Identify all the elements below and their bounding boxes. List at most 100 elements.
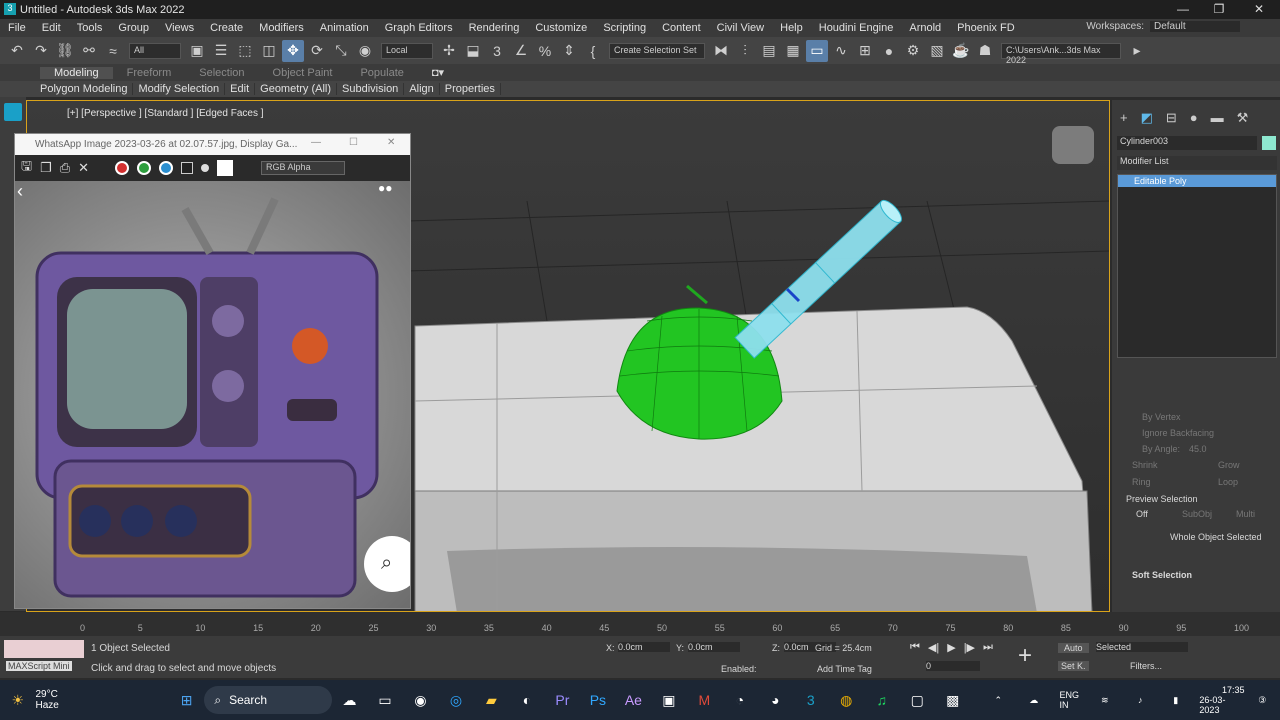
image-viewer-window[interactable]: WhatsApp Image 2023-03-26 at 02.07.57.jp… xyxy=(14,133,411,609)
modify-tab-icon[interactable]: ◩ xyxy=(1141,110,1153,126)
ribbon-toggle-icon[interactable]: ▭ xyxy=(806,39,828,62)
key-filter-dropdown[interactable]: Selected xyxy=(1096,642,1188,652)
edit-named-sets-icon[interactable]: { xyxy=(582,40,604,62)
save-image-icon[interactable]: 🖫 xyxy=(21,157,32,179)
menu-houdini-engine[interactable]: Houdini Engine xyxy=(811,22,902,34)
background-color-swatch[interactable] xyxy=(217,160,234,176)
ribbon-edit[interactable]: Edit xyxy=(225,83,256,95)
green-channel-toggle[interactable] xyxy=(137,161,152,175)
after-effects-icon[interactable]: Ae xyxy=(622,688,645,712)
move-icon[interactable]: ✥ xyxy=(282,39,304,62)
loop-button[interactable]: Loop xyxy=(1218,477,1238,487)
clear-image-icon[interactable]: ✕ xyxy=(78,160,89,176)
app-icon-generic[interactable]: ◐ xyxy=(515,688,538,712)
next-frame-icon[interactable]: |▶ xyxy=(964,641,975,654)
create-tab-icon[interactable]: + xyxy=(1120,110,1128,126)
close-icon[interactable]: ✕ xyxy=(1252,2,1266,16)
store-icon[interactable]: ▣ xyxy=(657,688,680,712)
render-setup-icon[interactable]: ⚙ xyxy=(902,40,924,62)
zoom-icon[interactable]: ⌕ xyxy=(381,552,392,575)
ribbon-align[interactable]: Align xyxy=(404,83,440,95)
red-channel-toggle[interactable] xyxy=(115,161,130,175)
scale-icon[interactable]: ⤡ xyxy=(330,40,352,62)
input-language[interactable]: ENG IN xyxy=(1059,690,1079,710)
mirror-icon[interactable]: ⧓ xyxy=(710,40,732,62)
angle-field[interactable]: 45.0 xyxy=(1189,444,1207,454)
preview-multi-radio[interactable]: Multi xyxy=(1236,509,1255,519)
ignore-backfacing-checkbox[interactable]: Ignore Backfacing xyxy=(1142,428,1214,438)
play-icon[interactable]: ▶ xyxy=(947,641,955,654)
mcafee-icon[interactable]: M xyxy=(693,688,716,712)
grow-button[interactable]: Grow xyxy=(1218,460,1240,470)
menu-graph-editors[interactable]: Graph Editors xyxy=(377,22,461,34)
soft-selection-rollout[interactable]: Soft Selection xyxy=(1132,570,1192,580)
reference-coord-dropdown[interactable]: Local xyxy=(381,42,433,59)
preview-subobj-radio[interactable]: SubObj xyxy=(1182,509,1212,519)
monochrome-toggle[interactable] xyxy=(181,162,194,174)
goto-end-icon[interactable]: ⏭ xyxy=(983,641,993,654)
material-editor-icon[interactable]: ● xyxy=(878,40,900,62)
minimize-icon[interactable]: — xyxy=(1176,2,1190,16)
timeline[interactable]: 0 5 10 15 20 25 30 35 40 45 50 55 60 65 70 75 80 85 90 95 10… xyxy=(0,612,1280,636)
goto-start-icon[interactable]: ⏮ xyxy=(910,641,920,654)
menu-arnold[interactable]: Arnold xyxy=(901,22,949,34)
print-image-icon[interactable]: ⎙ xyxy=(60,160,70,176)
window-crossing-icon[interactable]: ◫ xyxy=(258,40,280,62)
select-manipulate-icon[interactable]: ⬓ xyxy=(462,40,484,62)
photoshop-icon[interactable]: Ps xyxy=(586,688,609,712)
layer-explorer-icon[interactable]: ▤ xyxy=(758,40,780,62)
wifi-icon[interactable]: ≋ xyxy=(1093,688,1116,712)
image-viewer-title-bar[interactable]: WhatsApp Image 2023-03-26 at 02.07.57.jp… xyxy=(15,134,410,155)
app-bundle-icon[interactable]: ▩ xyxy=(941,688,964,712)
add-time-tag[interactable]: Add Time Tag xyxy=(817,664,872,674)
edge-icon[interactable]: ◎ xyxy=(444,688,467,712)
modifier-list-dropdown[interactable]: Modifier List xyxy=(1117,156,1277,170)
ribbon-properties[interactable]: Properties xyxy=(440,83,501,95)
alpha-toggle[interactable] xyxy=(201,164,210,172)
notification-icon[interactable]: ③ xyxy=(1250,688,1273,712)
menu-civil-view[interactable]: Civil View xyxy=(709,22,772,34)
maxscript-listener[interactable] xyxy=(4,640,84,658)
weather-icon[interactable]: ☀ xyxy=(6,688,29,712)
selection-filter-dropdown[interactable]: All xyxy=(129,42,181,59)
tab-modeling[interactable]: Modeling xyxy=(40,66,113,79)
task-view-icon[interactable]: ▭ xyxy=(373,688,396,712)
menu-modifiers[interactable]: Modifiers xyxy=(251,22,312,34)
back-arrow-icon[interactable]: ‹ xyxy=(17,181,23,202)
menu-rendering[interactable]: Rendering xyxy=(461,22,528,34)
volume-icon[interactable]: ♪ xyxy=(1128,688,1151,712)
bind-spacewarp-icon[interactable]: ≈ xyxy=(102,40,124,62)
undo-icon[interactable]: ↶ xyxy=(6,40,28,62)
redo-icon[interactable]: ↷ xyxy=(30,40,52,62)
rect-selection-icon[interactable]: ⬚ xyxy=(234,40,256,62)
pivot-center-icon[interactable]: ✢ xyxy=(438,40,460,62)
selection-set-dropdown[interactable]: Create Selection Set xyxy=(609,42,705,59)
more-options-icon[interactable]: ●● xyxy=(378,181,393,195)
widgets-icon[interactable]: ☁ xyxy=(338,688,361,712)
project-folder-icon[interactable]: ▸ xyxy=(1126,40,1148,62)
snap-3d-icon[interactable]: 3 xyxy=(486,40,508,62)
motion-tab-icon[interactable]: ● xyxy=(1190,110,1198,126)
object-name-field[interactable]: Cylinder003 xyxy=(1117,136,1257,150)
image-close-icon[interactable]: ✕ xyxy=(387,137,395,148)
scene-explorer-icon[interactable]: ▦ xyxy=(782,40,804,62)
spotify-icon[interactable]: ♫ xyxy=(870,688,893,712)
preview-off-radio[interactable]: Off xyxy=(1136,509,1148,519)
current-frame-field[interactable]: 0 xyxy=(926,661,980,671)
rotate-icon[interactable]: ⟳ xyxy=(306,40,328,62)
copy-image-icon[interactable]: ❐ xyxy=(40,160,52,176)
render-icon[interactable]: ☕ xyxy=(950,40,972,62)
stack-item-editable-poly[interactable]: Editable Poly xyxy=(1118,175,1276,187)
cloud-tray-icon[interactable]: ☁ xyxy=(1022,688,1045,712)
angle-snap-icon[interactable]: ∠ xyxy=(510,40,532,62)
project-path-dropdown[interactable]: C:\Users\Ank...3ds Max 2022 xyxy=(1001,42,1121,65)
percent-snap-icon[interactable]: % xyxy=(534,40,556,62)
start-icon[interactable]: ⊞ xyxy=(175,688,198,712)
ribbon-modify-selection[interactable]: Modify Selection xyxy=(133,83,226,95)
cinema4d-icon[interactable]: ◕ xyxy=(764,688,787,712)
blue-channel-toggle[interactable] xyxy=(159,161,174,175)
image-maximize-icon[interactable]: ☐ xyxy=(349,137,358,148)
workspace-dropdown[interactable]: Default xyxy=(1150,21,1240,32)
object-color-swatch[interactable] xyxy=(1262,136,1276,150)
unlink-icon[interactable]: ⚯ xyxy=(78,40,100,62)
